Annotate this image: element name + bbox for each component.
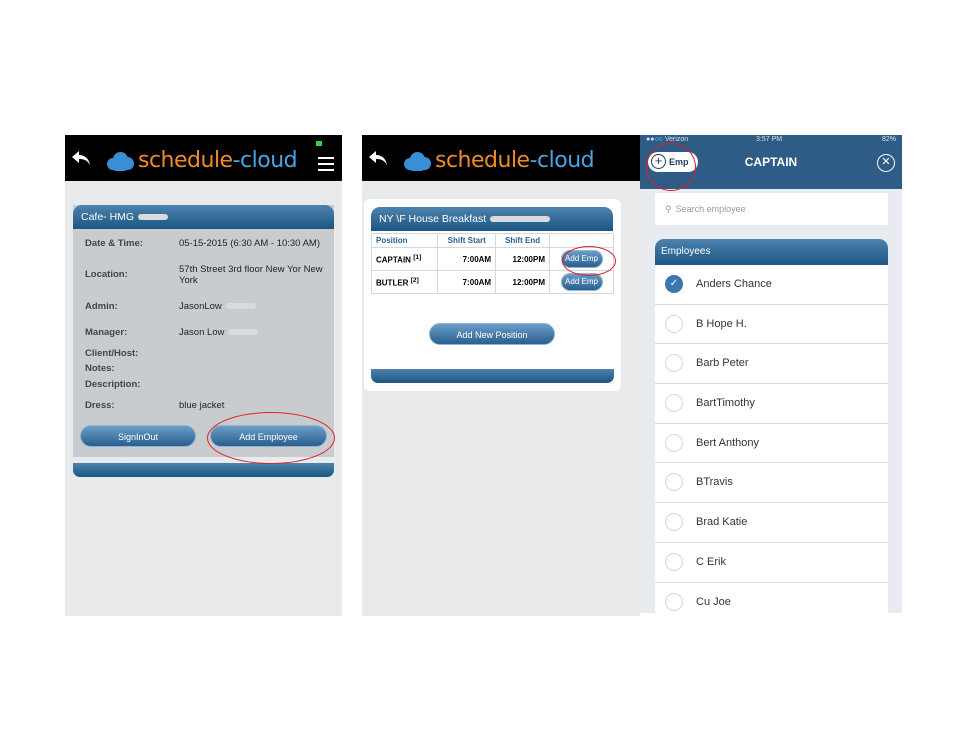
shift-start: 7:00AM xyxy=(437,270,497,294)
close-icon[interactable]: ✕ xyxy=(877,154,895,172)
search-input[interactable]: ⚲ Search employee xyxy=(655,193,888,225)
notes-label: Notes: xyxy=(85,363,115,374)
status-time: 3:57 PM xyxy=(756,136,783,143)
add-emp-button[interactable]: Add Emp xyxy=(560,273,603,291)
highlight-circle xyxy=(562,246,616,276)
cloud-icon xyxy=(105,150,135,172)
app-logo: schedule -cloud xyxy=(402,148,595,173)
position-name: CAPTAIN xyxy=(376,255,411,265)
shift-end: 12:00PM xyxy=(495,270,550,294)
col-action xyxy=(549,233,614,248)
shift-end: 12:00PM xyxy=(495,247,550,271)
employee-name: Cu Joe xyxy=(696,595,731,608)
list-item[interactable]: Barb Peter xyxy=(655,344,888,385)
logo-text-cloud: -cloud xyxy=(232,148,298,173)
employee-name: Barb Peter xyxy=(696,357,749,370)
employees-header: Employees xyxy=(655,239,888,265)
admin-label: Admin: xyxy=(85,301,118,312)
carrier-text: ●●○○ Verizon xyxy=(646,136,689,143)
app-header: schedule -cloud xyxy=(65,135,342,181)
back-arrow-icon[interactable] xyxy=(368,149,388,167)
status-bar: ●●○○ Verizon 3:57 PM 82% xyxy=(646,136,896,143)
manager-label: Manager: xyxy=(85,327,128,338)
dress-value: blue jacket xyxy=(179,400,225,411)
list-item[interactable]: Bert Anthony xyxy=(655,423,888,464)
employee-picker-screen: ●●○○ Verizon 3:57 PM 82% + Emp CAPTAIN ✕… xyxy=(640,135,902,613)
checkbox-circle[interactable] xyxy=(665,513,683,532)
col-shift-end: Shift End xyxy=(495,233,550,248)
col-shift-start: Shift Start xyxy=(437,233,497,248)
client-host-label: Client/Host: xyxy=(85,348,139,359)
event-title: Cafe- HMG xyxy=(73,205,334,229)
card-footer-bar xyxy=(73,463,334,477)
employee-name: BartTimothy xyxy=(696,397,755,410)
employee-list: ✓ Anders Chance B Hope H. Barb Peter Bart… xyxy=(655,265,888,613)
checkbox-circle[interactable] xyxy=(665,433,683,452)
checkbox-circle[interactable] xyxy=(665,354,683,373)
employee-name: Brad Katie xyxy=(696,516,748,529)
dress-label: Dress: xyxy=(85,400,115,411)
add-new-position-button[interactable]: Add New Position xyxy=(429,323,555,345)
search-icon: ⚲ xyxy=(665,204,672,214)
battery-text: 82% xyxy=(881,136,896,143)
employee-name: Bert Anthony xyxy=(696,436,759,449)
positions-screen: schedule -cloud NY \F House Breakfast Pos… xyxy=(362,135,640,616)
event-detail-screen: schedule -cloud Cafe- HMG Date & Time: 05… xyxy=(65,135,342,616)
app-header: schedule -cloud xyxy=(362,135,640,181)
list-item[interactable]: ✓ Anders Chance xyxy=(655,265,888,305)
back-arrow-icon[interactable] xyxy=(71,149,91,167)
logo-text-schedule: schedule xyxy=(435,148,530,173)
list-item[interactable]: BTravis xyxy=(655,463,888,504)
cloud-icon xyxy=(402,150,432,172)
location-label: Location: xyxy=(85,269,128,280)
admin-value: JasonLow xyxy=(179,301,339,312)
list-item[interactable]: BartTimothy xyxy=(655,384,888,424)
list-item[interactable]: B Hope H. xyxy=(655,304,888,345)
date-time-label: Date & Time: xyxy=(85,238,143,249)
employee-name: C Erik xyxy=(696,555,726,568)
card-footer-bar xyxy=(371,369,614,383)
list-item[interactable]: C Erik xyxy=(655,542,888,583)
position-count: [2] xyxy=(410,276,419,284)
highlight-circle xyxy=(207,412,335,464)
manager-value: Jason Low xyxy=(179,327,339,338)
hamburger-menu-icon[interactable] xyxy=(318,157,334,175)
date-time-value: 05-15-2015 (6:30 AM - 10:30 AM) xyxy=(179,238,320,249)
signinout-button[interactable]: SignInOut xyxy=(80,425,196,447)
employee-name: Anders Chance xyxy=(696,278,772,290)
checkbox-circle[interactable] xyxy=(665,314,683,333)
employee-name: B Hope H. xyxy=(696,317,747,330)
position-name: BUTLER xyxy=(376,278,409,288)
logo-text-cloud: -cloud xyxy=(529,148,595,173)
checkbox-circle[interactable] xyxy=(665,592,683,611)
check-icon[interactable]: ✓ xyxy=(665,275,683,293)
event-title: NY \F House Breakfast xyxy=(371,207,613,231)
logo-text-schedule: schedule xyxy=(138,148,233,173)
app-logo: schedule -cloud xyxy=(105,148,298,173)
list-item[interactable]: Cu Joe xyxy=(655,582,888,613)
shift-start: 7:00AM xyxy=(437,247,497,271)
battery-indicator xyxy=(316,141,322,146)
checkbox-circle[interactable] xyxy=(665,552,683,571)
checkbox-circle[interactable] xyxy=(665,394,683,413)
description-label: Description: xyxy=(85,379,141,390)
highlight-circle xyxy=(646,143,696,191)
employee-name: BTravis xyxy=(696,476,733,489)
position-count: [1] xyxy=(413,253,422,261)
col-position: Position xyxy=(370,233,439,248)
list-item[interactable]: Brad Katie xyxy=(655,503,888,543)
checkbox-circle[interactable] xyxy=(665,473,683,492)
location-value: 57th Street 3rd floor New Yor New York xyxy=(179,264,323,286)
